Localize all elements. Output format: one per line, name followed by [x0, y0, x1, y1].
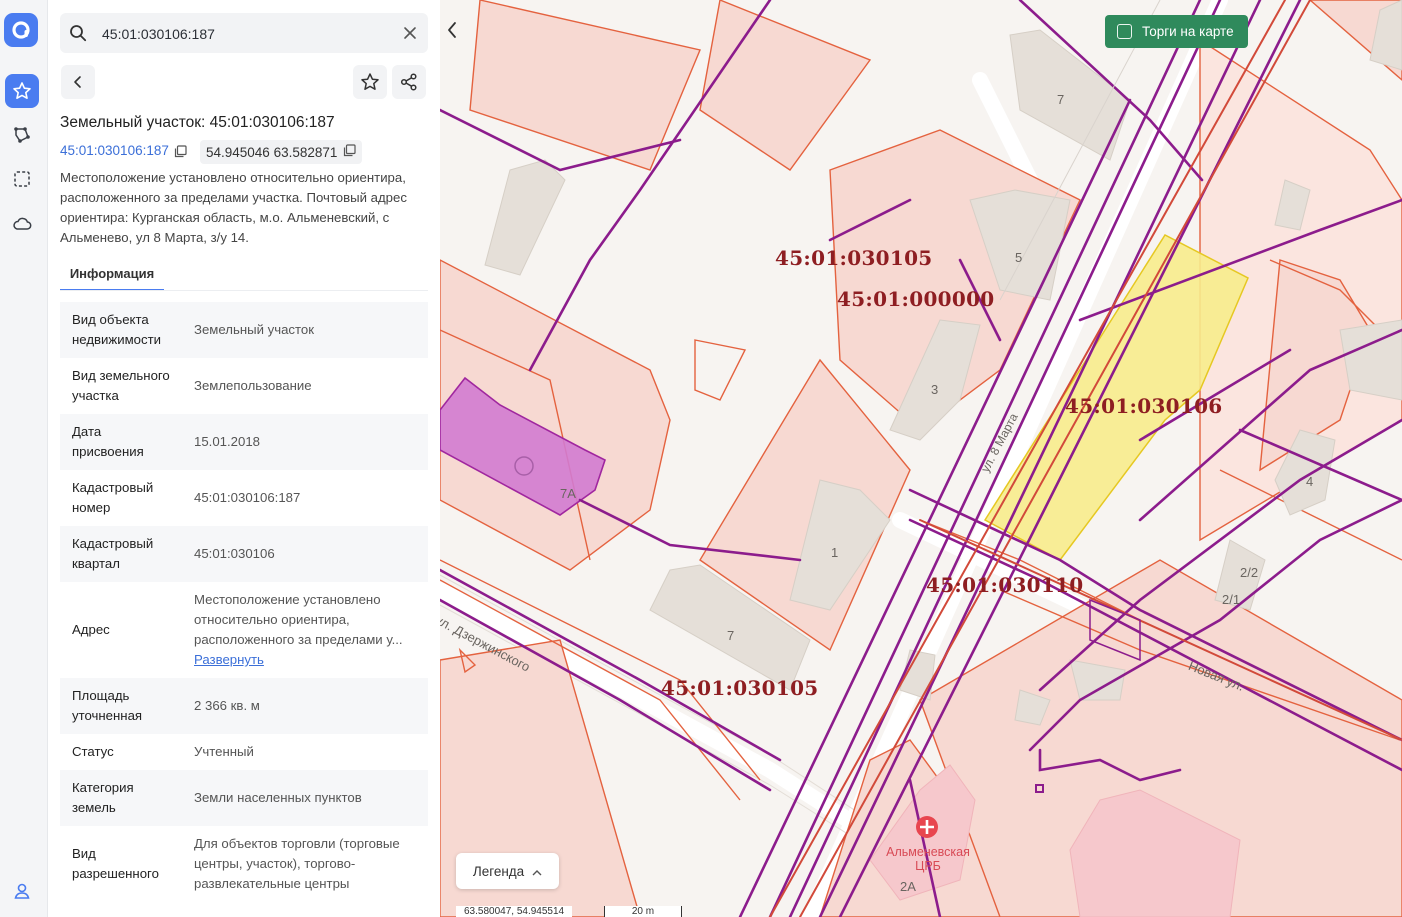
legend-button[interactable]: Легенда [456, 853, 559, 889]
object-description: Местоположение установлено относительно … [60, 170, 407, 245]
table-row: Вид объекта недвижимости Земельный участ… [60, 302, 428, 358]
row-key: Дата присвоения [60, 414, 182, 470]
coordinates-text: 54.945046 63.582871 [206, 144, 338, 160]
poi-label: Альменевская ЦРБ [886, 845, 970, 873]
checkbox[interactable] [1117, 24, 1132, 39]
row-key: Кадастровый квартал [60, 526, 182, 582]
info-table: Вид объекта недвижимости Земельный участ… [60, 302, 428, 902]
row-key: Вид земельного участка [72, 368, 170, 403]
favorite-button[interactable] [353, 65, 387, 99]
row-value: Местоположение установлено относительно … [182, 582, 428, 678]
row-key: Вид объекта недвижимости [60, 302, 182, 358]
polygon-icon [14, 127, 30, 143]
copy-icon[interactable] [343, 144, 356, 160]
row-value: Земли населенных пунктов [182, 770, 428, 826]
house-number: 2/2 [1240, 565, 1259, 580]
row-key: Категория земель [60, 770, 182, 826]
table-row: Вид разрешенного Для объектов торговли (… [60, 826, 428, 902]
cloud-icon [13, 217, 32, 230]
row-value: 2 366 кв. м [182, 678, 428, 734]
tab-divider [60, 290, 428, 291]
map-canvas[interactable]: 45:01:030105 45:01:000000 45:01:030106 4… [440, 0, 1402, 917]
legend-label: Легенда [472, 863, 525, 879]
table-row: Категория земель Земли населенных пункто… [60, 770, 428, 826]
cloud-button[interactable] [5, 207, 39, 241]
search-input[interactable] [100, 21, 384, 47]
house-number: 7 [1057, 92, 1065, 107]
table-row: Кадастровый квартал 45:01:030106 [60, 526, 428, 582]
auction-label: Торги на карте [1142, 24, 1234, 39]
quarter-label: 45:01:030110 [926, 573, 1084, 597]
back-button[interactable] [61, 65, 95, 99]
app-logo[interactable] [4, 13, 38, 47]
address-text: Местоположение установлено относительно … [194, 592, 403, 647]
quarter-label: 45:01:030105 [775, 246, 933, 270]
table-row: Вид земельного участка Землепользование [60, 358, 428, 414]
row-value: Землепользование [194, 378, 312, 393]
scale-bar: 20 m [604, 906, 682, 917]
row-value: Земельный участок [182, 302, 428, 358]
star-icon [361, 73, 379, 90]
house-number: 7 [727, 628, 735, 643]
auction-toggle[interactable]: Торги на карте [1105, 15, 1248, 48]
row-value: Для объектов торговли (торговые центры, … [194, 836, 400, 891]
row-value: Учтенный [194, 744, 254, 759]
search-box [60, 13, 428, 53]
row-key: Вид разрешенного [72, 846, 159, 881]
logo-icon [12, 21, 30, 39]
select-area-button[interactable] [5, 162, 39, 196]
house-number: 1 [831, 545, 839, 560]
chevron-up-icon [532, 864, 542, 879]
house-number: 4 [1306, 474, 1314, 489]
table-row: Статус Учтенный [60, 734, 428, 770]
search-icon [68, 23, 88, 48]
chevron-left-icon [448, 22, 456, 38]
row-value: 15.01.2018 [182, 414, 428, 470]
quarter-label: 45:01:030105 [661, 676, 819, 700]
collapse-panel-button[interactable] [440, 8, 464, 52]
house-number: 7А [560, 486, 576, 501]
left-rail [0, 0, 48, 917]
draw-polygon-button[interactable] [5, 118, 39, 152]
coordinates-chip[interactable]: 54.945046 63.582871 [200, 140, 363, 164]
house-number: 3 [931, 382, 939, 397]
row-key: Площадь уточненная [60, 678, 182, 734]
user-icon [14, 883, 30, 899]
map-layer [440, 0, 1402, 917]
quarter-label: 45:01:000000 [837, 287, 995, 311]
page-title: Земельный участок: 45:01:030106:187 [60, 114, 335, 131]
expand-link[interactable]: Развернуть [194, 650, 422, 670]
copy-icon[interactable] [174, 145, 187, 163]
star-icon [13, 82, 31, 99]
share-icon [400, 73, 417, 91]
house-number: 5 [1015, 250, 1023, 265]
row-key: Кадастровый номер [72, 480, 154, 515]
coordinate-readout: 63.580047, 54.945514 [456, 906, 573, 917]
tab-information[interactable]: Информация [60, 258, 164, 291]
chevron-left-icon [74, 76, 81, 88]
object-panel: Земельный участок: 45:01:030106:187 45:0… [48, 0, 440, 917]
clear-search-icon[interactable] [400, 23, 420, 43]
share-button[interactable] [392, 65, 426, 99]
profile-button[interactable] [5, 874, 39, 908]
favorites-button[interactable] [5, 74, 39, 108]
house-number: 2А [900, 879, 916, 894]
house-number: 2/1 [1222, 592, 1241, 607]
row-key: Адрес [72, 622, 110, 637]
dashed-square-icon [14, 171, 30, 187]
table-row: Площадь уточненная 2 366 кв. м [60, 678, 428, 734]
row-key: Статус [72, 744, 114, 759]
table-row: Дата присвоения 15.01.2018 [60, 414, 428, 470]
table-row: Кадастровый номер 45:01:030106:187 [60, 470, 428, 526]
quarter-label: 45:01:030106 [1065, 394, 1223, 418]
cadastral-number-link[interactable]: 45:01:030106:187 [60, 143, 169, 158]
table-row: Адрес Местоположение установлено относит… [60, 582, 428, 678]
row-value: 45:01:030106 [182, 526, 428, 582]
row-value: 45:01:030106:187 [194, 490, 301, 505]
